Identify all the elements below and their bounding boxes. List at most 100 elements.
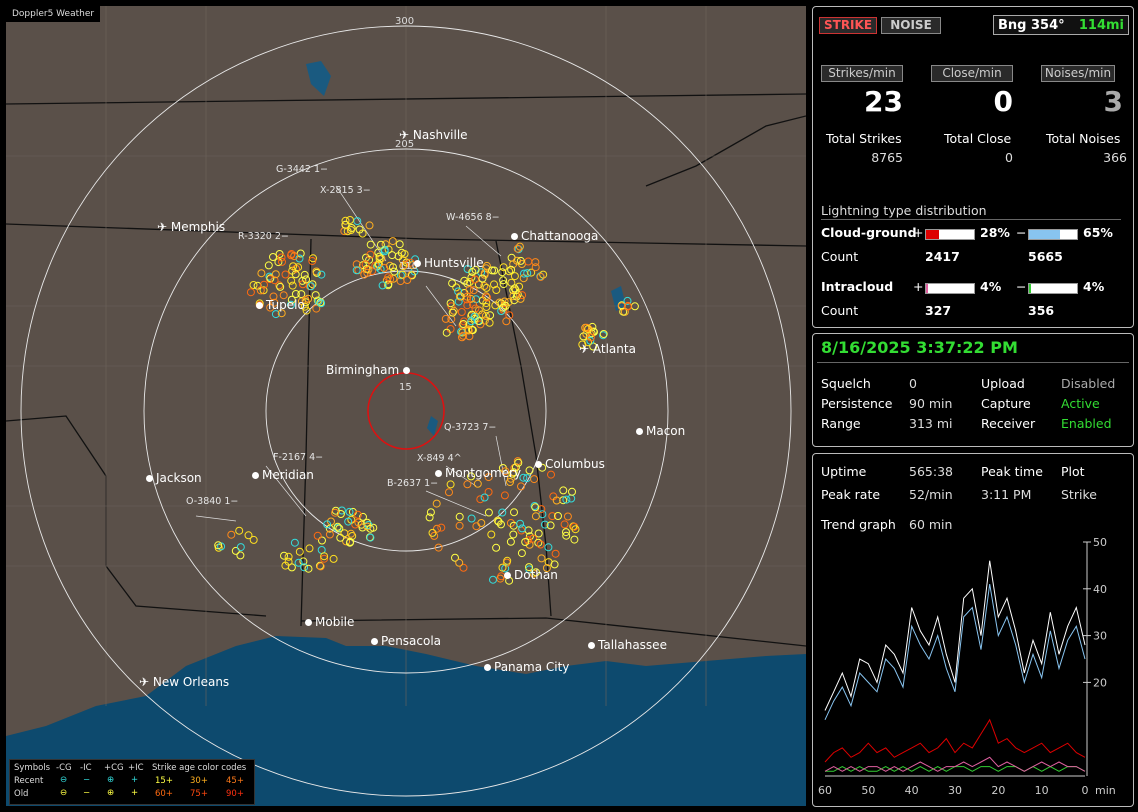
cg-plus-bar-fill	[926, 230, 940, 239]
settings-panel: 8/16/2025 3:37:22 PM Squelch 0 Upload Di…	[812, 333, 1134, 447]
strike-marker	[509, 530, 518, 539]
strike-marker	[227, 530, 236, 539]
cg-plus-sign: +	[913, 225, 924, 240]
peak-time-value: 3:11 PM	[981, 487, 1032, 502]
strike-marker	[455, 558, 464, 567]
trend-value[interactable]: 60 min	[909, 517, 952, 532]
squelch-label: Squelch	[821, 376, 871, 391]
uptime-label: Uptime	[821, 464, 867, 479]
strike-marker	[269, 253, 277, 261]
strike-marker	[244, 531, 253, 540]
city-columbus: Columbus	[535, 457, 605, 471]
cg-plus-bar	[925, 229, 975, 240]
strike-marker	[297, 290, 306, 299]
strike-button[interactable]: STRIKE	[819, 17, 877, 34]
storm-label[interactable]: W-4656 8−	[446, 212, 500, 223]
divider	[821, 219, 1121, 220]
strike-marker	[236, 543, 245, 552]
strike-marker	[530, 475, 539, 484]
strike-marker	[547, 470, 555, 479]
uptime-value: 565:38	[909, 464, 953, 479]
cg-plus-pct: 28%	[980, 225, 1010, 240]
persistence-value[interactable]: 90 min	[909, 396, 952, 411]
squelch-value[interactable]: 0	[909, 376, 917, 391]
receiver-value[interactable]: Enabled	[1061, 416, 1112, 431]
strike-marker	[388, 237, 397, 246]
strike-marker	[294, 558, 303, 567]
ic-plus-sign: +	[913, 279, 924, 294]
strike-marker	[455, 512, 464, 521]
strike-marker	[403, 276, 412, 284]
peak-time-label: Peak time	[981, 464, 1043, 479]
strike-marker	[280, 551, 288, 560]
bearing-value: Bng 354°	[998, 18, 1065, 33]
strike-marker	[463, 480, 472, 489]
strike-marker	[531, 512, 540, 521]
strike-marker	[496, 574, 505, 583]
strike-marker	[492, 543, 501, 552]
city-mobile: Mobile	[305, 615, 354, 629]
storm-label[interactable]: G-3442 1−	[276, 164, 328, 175]
cg-minus-count: 5665	[1028, 249, 1063, 264]
close-per-min-label: Close/min	[931, 65, 1013, 82]
strike-marker	[318, 536, 326, 545]
distribution-title: Lightning type distribution	[821, 203, 987, 218]
city-birmingham: Birmingham	[326, 363, 413, 377]
y-tick-label: 50	[1093, 536, 1107, 549]
strike-marker	[287, 276, 296, 285]
strike-marker	[366, 533, 375, 542]
x-tick-label: 10	[1035, 784, 1049, 797]
noise-button[interactable]: NOISE	[881, 17, 941, 34]
strike-marker	[448, 279, 457, 288]
city-pensacola: Pensacola	[371, 634, 441, 648]
storm-label[interactable]: O-3840 1−	[186, 496, 238, 507]
total-strikes-value: 8765	[871, 150, 903, 165]
city-huntsville: Huntsville	[414, 256, 484, 270]
strike-marker	[455, 521, 464, 530]
strike-marker	[487, 530, 496, 539]
pos-ic-old-icon: +	[131, 788, 139, 798]
trend-label: Trend graph	[821, 517, 896, 532]
storm-label[interactable]: B-2637 1−	[387, 478, 438, 489]
ic-count-label: Count	[821, 303, 859, 318]
strike-marker	[482, 283, 491, 292]
upload-value[interactable]: Disabled	[1061, 376, 1115, 391]
capture-value[interactable]: Active	[1061, 396, 1100, 411]
strike-marker	[236, 551, 245, 560]
total-strikes-label: Total Strikes	[826, 131, 902, 146]
strike-marker	[365, 221, 374, 230]
total-noises-value: 366	[1103, 150, 1127, 165]
range-value[interactable]: 313 mi	[909, 416, 952, 431]
plot-value[interactable]: Strike	[1061, 487, 1097, 502]
lightning-map[interactable]: Doppler5 Weather 300 205 110 15 ✈ Nashvi…	[6, 6, 806, 806]
neg-ic-recent-icon: −	[83, 775, 91, 785]
x-tick-label: 60	[818, 784, 832, 797]
storm-label[interactable]: F-2167 4−	[273, 452, 323, 463]
map-canvas[interactable]	[6, 6, 806, 806]
strike-marker	[296, 249, 305, 258]
ic-plus-count: 327	[925, 303, 952, 318]
strike-marker	[559, 486, 568, 495]
strike-marker	[465, 285, 474, 294]
plot-label: Plot	[1061, 464, 1085, 479]
pos-cg-old-icon: ⊕	[107, 788, 115, 798]
storm-label[interactable]: X-849 4^	[417, 453, 462, 464]
noises-per-min-value: 3	[1103, 85, 1123, 118]
legend-age-label: Strike age color codes	[152, 763, 247, 773]
strike-marker	[288, 281, 297, 290]
legend-symbols-label: Symbols	[14, 763, 51, 773]
strike-marker	[446, 480, 455, 489]
cg-plus-count: 2417	[925, 249, 960, 264]
storm-label[interactable]: R-3320 2−	[238, 231, 289, 242]
lake	[306, 61, 331, 96]
strikes-per-min-label: Strikes/min	[821, 65, 903, 82]
storm-label[interactable]: Q-3723 7−	[444, 422, 496, 433]
storm-label[interactable]: X-2815 3−	[320, 185, 371, 196]
upload-label: Upload	[981, 376, 1025, 391]
strike-marker	[347, 529, 355, 538]
cg-count-label: Count	[821, 249, 859, 264]
strike-marker	[480, 493, 489, 502]
strike-marker	[445, 488, 453, 497]
neg-cg-old-icon: ⊖	[60, 788, 68, 798]
x-tick-label: 30	[948, 784, 962, 797]
